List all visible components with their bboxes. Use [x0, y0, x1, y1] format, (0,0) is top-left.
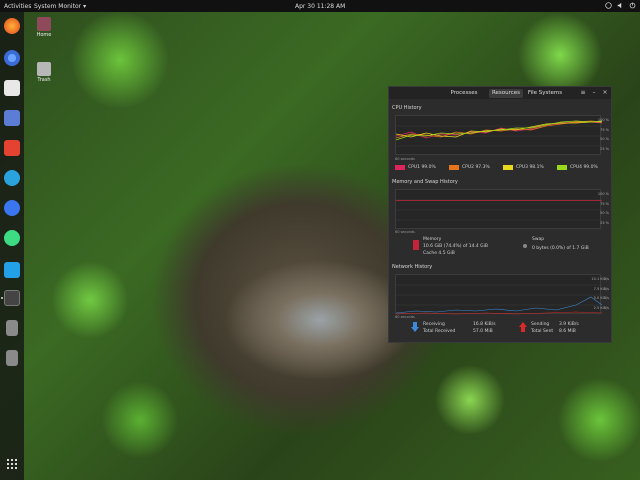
cpu-x-start-label: 60 seconds: [395, 157, 415, 161]
network-y-axis: 10.1 KiB/s 7.5 KiB/s 5.0 KiB/s 2.5 KiB/s: [591, 275, 609, 313]
activities-button[interactable]: Activities: [4, 3, 31, 10]
running-indicator: [1, 297, 3, 299]
system-tray[interactable]: [605, 2, 636, 9]
tab-resources[interactable]: Resources: [489, 89, 523, 98]
cpu-history-title: CPU History: [392, 105, 422, 111]
volume-icon[interactable]: [617, 2, 624, 9]
system-monitor-window: Processes Resources File Systems ≡ – × C…: [388, 86, 612, 343]
y-tick-label: 50 %: [600, 211, 609, 215]
desktop-home-icon[interactable]: Home: [33, 17, 55, 38]
home-folder-icon: [37, 17, 51, 31]
y-tick-label: 7.5 KiB/s: [593, 286, 609, 291]
mail-icon[interactable]: [4, 110, 20, 126]
sending-arrow-icon: [519, 322, 527, 332]
cpu-legend: CPU1 99.0% CPU2 97.3% CPU3 98.1% CPU4 99…: [395, 165, 607, 170]
chrome-icon[interactable]: [4, 50, 20, 66]
swap-label: Swap: [532, 237, 545, 242]
y-tick-label: 25 %: [600, 146, 609, 151]
cpu-graph: [395, 115, 602, 155]
y-tick-label: 75 %: [600, 201, 609, 206]
minimize-icon[interactable]: –: [590, 89, 598, 97]
legend-label: CPU3 98.1%: [516, 165, 544, 170]
receiving-label: Receiving: [423, 322, 445, 327]
color-swatch: [503, 165, 513, 170]
top-bar: Activities System Monitor ▾ Apr 30 11:28…: [0, 0, 640, 12]
total-sent-label: Total Sent: [531, 329, 554, 334]
app-grid-icon[interactable]: [4, 456, 20, 472]
dock: [0, 12, 24, 480]
drive-icon-2[interactable]: [6, 350, 18, 366]
android-studio-icon[interactable]: [4, 230, 20, 246]
y-tick-label: 2.5 KiB/s: [593, 305, 609, 310]
system-monitor-icon[interactable]: [4, 290, 20, 306]
total-received-label: Total Received: [423, 329, 456, 334]
y-tick-label: 5.0 KiB/s: [593, 296, 609, 300]
legend-label: CPU2 97.3%: [462, 165, 490, 170]
swap-value: 0 bytes (0.0%) of 1.7 GiB: [532, 246, 589, 251]
accessibility-icon[interactable]: [605, 2, 612, 9]
clock[interactable]: Apr 30 11:28 AM: [295, 3, 345, 10]
receiving-value: 16.8 KiB/s: [473, 322, 496, 327]
total-sent-value: 8.6 MiB: [559, 329, 576, 334]
y-tick-label: 75 %: [600, 127, 609, 132]
legend-cpu2[interactable]: CPU2 97.3%: [449, 165, 499, 170]
firefox-icon[interactable]: [4, 18, 20, 34]
desktop-icon-label: Trash: [37, 77, 51, 83]
y-tick-label: 100 %: [597, 118, 609, 122]
legend-label: CPU1 99.0%: [408, 165, 436, 170]
tab-processes[interactable]: Processes: [441, 89, 487, 98]
legend-cpu1[interactable]: CPU1 99.0%: [395, 165, 445, 170]
y-tick-label: 50 %: [600, 137, 609, 141]
network-x-start-label: 60 seconds: [395, 315, 415, 319]
memory-label: Memory: [423, 237, 442, 242]
y-tick-label: 10.1 KiB/s: [591, 277, 609, 281]
close-icon[interactable]: ×: [601, 89, 609, 97]
chevron-down-icon: ▾: [83, 3, 87, 10]
y-tick-label: 25 %: [600, 220, 609, 225]
swap-swatch[interactable]: [523, 244, 527, 248]
memory-x-start-label: 60 seconds: [395, 230, 415, 234]
drive-icon[interactable]: [6, 320, 18, 336]
cpu4-line: [396, 120, 602, 141]
menu-icon[interactable]: ≡: [579, 89, 587, 97]
network-graph: [395, 274, 602, 315]
memory-value: 10.6 GiB (74.4%) of 14.4 GiB: [423, 244, 488, 249]
color-swatch: [557, 165, 567, 170]
legend-label: CPU4 99.0%: [570, 165, 598, 170]
power-icon[interactable]: [629, 2, 636, 9]
signal-icon[interactable]: [4, 200, 20, 216]
files-icon[interactable]: [4, 80, 20, 96]
trash-icon: [37, 62, 51, 76]
receiving-arrow-icon: [411, 322, 419, 332]
sending-value: 3.9 KiB/s: [559, 322, 579, 327]
legend-cpu3[interactable]: CPU3 98.1%: [503, 165, 553, 170]
sending-label: Sending: [531, 322, 550, 327]
y-tick-label: 100 %: [597, 192, 609, 196]
vscode-icon[interactable]: [4, 262, 20, 278]
desktop-trash-icon[interactable]: Trash: [33, 62, 55, 83]
cpu-y-axis: 100 % 75 % 50 % 25 %: [598, 116, 609, 154]
todoist-icon[interactable]: [4, 140, 20, 156]
memory-graph: [395, 189, 602, 229]
memory-swatch[interactable]: [413, 240, 419, 250]
app-menu-label: System Monitor: [34, 3, 82, 10]
legend-cpu4[interactable]: CPU4 99.0%: [557, 165, 607, 170]
app-menu[interactable]: System Monitor ▾: [34, 3, 86, 10]
memory-history-title: Memory and Swap History: [392, 179, 458, 185]
network-history-title: Network History: [392, 264, 433, 270]
window-header: Processes Resources File Systems ≡ – ×: [389, 87, 611, 99]
cache-value: Cache 4.5 GiB: [423, 251, 455, 256]
total-received-value: 57.0 MiB: [473, 329, 493, 334]
sending-line: [396, 311, 602, 315]
memory-y-axis: 100 % 75 % 50 % 25 %: [598, 190, 609, 228]
color-swatch: [395, 165, 405, 170]
color-swatch: [449, 165, 459, 170]
telegram-icon[interactable]: [4, 170, 20, 186]
tab-file-systems[interactable]: File Systems: [525, 89, 565, 98]
desktop-icon-label: Home: [36, 32, 52, 38]
